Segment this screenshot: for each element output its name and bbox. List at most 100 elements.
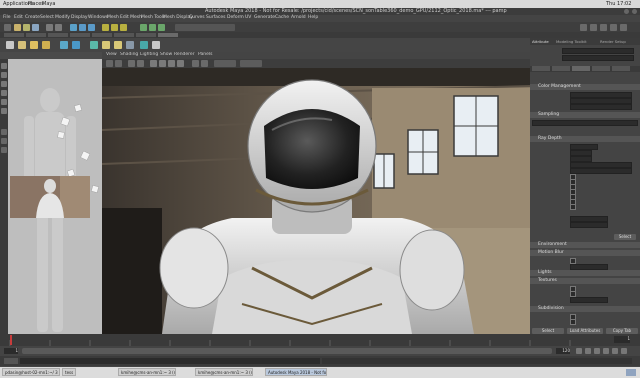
shelf-tab-animation[interactable] bbox=[92, 33, 112, 37]
start-frame-field[interactable]: 1 bbox=[4, 348, 18, 354]
close-icon[interactable] bbox=[632, 9, 637, 14]
menu-uv[interactable]: UV bbox=[245, 15, 251, 20]
menu-edit[interactable]: Edit bbox=[14, 15, 23, 20]
layout-four-icon[interactable] bbox=[1, 138, 7, 144]
menu-mesh[interactable]: Mesh bbox=[107, 15, 119, 20]
sign-in-icon[interactable] bbox=[580, 24, 587, 31]
isolate-select-icon[interactable] bbox=[192, 60, 199, 67]
section-lights[interactable]: Lights bbox=[530, 270, 640, 276]
step-forward-icon[interactable] bbox=[603, 348, 609, 354]
tool-settings-icon[interactable] bbox=[610, 24, 617, 31]
tab-arnold-renderer[interactable] bbox=[552, 66, 570, 71]
skydome-icon[interactable] bbox=[30, 41, 38, 49]
taskbar-item[interactable]: kmihe@cms-an-mn1:~ 3 (nc6 redac... bbox=[195, 368, 253, 376]
tab-render-setup[interactable]: Render Setup bbox=[600, 39, 626, 44]
select-tool-icon[interactable] bbox=[1, 63, 7, 69]
shelf-tab-poly[interactable] bbox=[26, 33, 46, 37]
shelf-tab-fx[interactable] bbox=[136, 33, 156, 37]
menu-edit-mesh[interactable]: Edit Mesh bbox=[120, 15, 142, 20]
menu-display[interactable]: Display bbox=[71, 15, 88, 20]
menu-select[interactable]: Select bbox=[40, 15, 54, 20]
time-slider[interactable]: 1 bbox=[0, 334, 640, 346]
texture-icon[interactable] bbox=[72, 41, 80, 49]
texture-field[interactable] bbox=[570, 297, 608, 303]
use-lights-icon[interactable] bbox=[177, 60, 184, 67]
taskbar-item[interactable]: tess bbox=[62, 368, 76, 376]
menu-curves[interactable]: Curves bbox=[189, 15, 205, 20]
viewport-menu-lighting[interactable]: Lighting bbox=[140, 52, 158, 57]
attribute-editor-icon[interactable] bbox=[600, 24, 607, 31]
open-scene-icon[interactable] bbox=[23, 24, 30, 31]
maya-menu[interactable]: Maya bbox=[42, 1, 55, 7]
sphere-icon[interactable] bbox=[6, 41, 14, 49]
shelf-tab-sculpt[interactable] bbox=[48, 33, 68, 37]
select-button[interactable]: Select bbox=[614, 234, 636, 240]
step-back-icon[interactable] bbox=[585, 348, 591, 354]
viewport-menu-view[interactable]: View bbox=[106, 52, 117, 57]
tab-modeling-toolkit[interactable]: Modeling Toolkit bbox=[556, 39, 587, 44]
workspace-switcher[interactable] bbox=[626, 369, 636, 376]
modeling-toolkit-icon[interactable] bbox=[590, 24, 597, 31]
shelf-tab-render[interactable] bbox=[114, 33, 134, 37]
aov-icon[interactable] bbox=[114, 41, 122, 49]
render-icon[interactable] bbox=[140, 24, 147, 31]
menu-arnold[interactable]: Arnold bbox=[291, 15, 306, 20]
viewport-menu-show[interactable]: Show bbox=[160, 52, 172, 57]
taskbar-item-maya[interactable]: Autodesk Maya 2018 - Not for Res... bbox=[265, 368, 327, 376]
menu-deform[interactable]: Deform bbox=[227, 15, 244, 20]
save-scene-icon[interactable] bbox=[32, 24, 39, 31]
taskbar-item[interactable]: kmihe@cms-an-mn1:~ 3 (nc6 redac... bbox=[118, 368, 176, 376]
menu-generate[interactable]: Generate bbox=[254, 15, 275, 20]
channel-box-icon[interactable] bbox=[620, 24, 627, 31]
smooth-shade-icon[interactable] bbox=[159, 60, 166, 67]
exposure-field[interactable] bbox=[214, 60, 236, 67]
tab-common[interactable] bbox=[532, 66, 550, 71]
camera-select-icon[interactable] bbox=[106, 60, 113, 67]
section-environment[interactable]: Environment bbox=[530, 242, 640, 248]
scale-tool-icon[interactable] bbox=[1, 108, 7, 114]
preferences-icon[interactable] bbox=[621, 348, 627, 354]
paint-select-icon[interactable] bbox=[1, 81, 7, 87]
input-field[interactable] bbox=[175, 24, 235, 31]
render-view-icon[interactable] bbox=[102, 41, 110, 49]
tab-system[interactable] bbox=[572, 66, 590, 71]
section-subdivision[interactable]: Subdivision bbox=[530, 306, 640, 312]
shelf-tab-arnold[interactable] bbox=[158, 33, 178, 37]
tab-aovs[interactable] bbox=[592, 66, 610, 71]
camera-icon[interactable] bbox=[90, 41, 98, 49]
wireframe-icon[interactable] bbox=[150, 60, 157, 67]
viewport-menu-renderer[interactable]: Renderer bbox=[174, 52, 195, 57]
move-tool-icon[interactable] bbox=[1, 90, 7, 96]
menu-cache[interactable]: Cache bbox=[275, 15, 289, 20]
sampling-field[interactable] bbox=[532, 120, 638, 126]
volume-icon[interactable] bbox=[140, 41, 148, 49]
snap-point-icon[interactable] bbox=[120, 24, 127, 31]
grid-icon[interactable] bbox=[128, 60, 135, 67]
xray-icon[interactable] bbox=[201, 60, 208, 67]
range-bar[interactable] bbox=[22, 348, 552, 354]
command-input[interactable] bbox=[20, 358, 320, 364]
camera-attributes-icon[interactable] bbox=[115, 60, 122, 67]
auto-key-icon[interactable] bbox=[612, 348, 618, 354]
modeling-dropdown-icon[interactable] bbox=[4, 24, 11, 31]
select-hierarchy-icon[interactable] bbox=[70, 24, 77, 31]
ipr-render-icon[interactable] bbox=[149, 24, 156, 31]
standin-icon[interactable] bbox=[126, 41, 134, 49]
tab-attribute[interactable]: Attribute bbox=[532, 39, 549, 44]
render-layer-field[interactable] bbox=[562, 48, 634, 54]
section-color-management[interactable]: Color Management bbox=[530, 84, 640, 90]
layout-single-icon[interactable] bbox=[1, 129, 7, 135]
renderer-field[interactable] bbox=[562, 55, 634, 61]
seed-field[interactable] bbox=[570, 222, 608, 228]
rotate-tool-icon[interactable] bbox=[1, 99, 7, 105]
undo-icon[interactable] bbox=[46, 24, 53, 31]
film-gate-icon[interactable] bbox=[137, 60, 144, 67]
snap-curve-icon[interactable] bbox=[111, 24, 118, 31]
menu-create[interactable]: Create bbox=[25, 15, 40, 20]
select-object-icon[interactable] bbox=[79, 24, 86, 31]
area-light-icon[interactable] bbox=[42, 41, 50, 49]
layout-two-icon[interactable] bbox=[1, 147, 7, 153]
end-frame-field[interactable]: 120 bbox=[556, 348, 570, 354]
checkbox[interactable] bbox=[570, 204, 576, 210]
tab-diagnostics[interactable] bbox=[612, 66, 630, 71]
